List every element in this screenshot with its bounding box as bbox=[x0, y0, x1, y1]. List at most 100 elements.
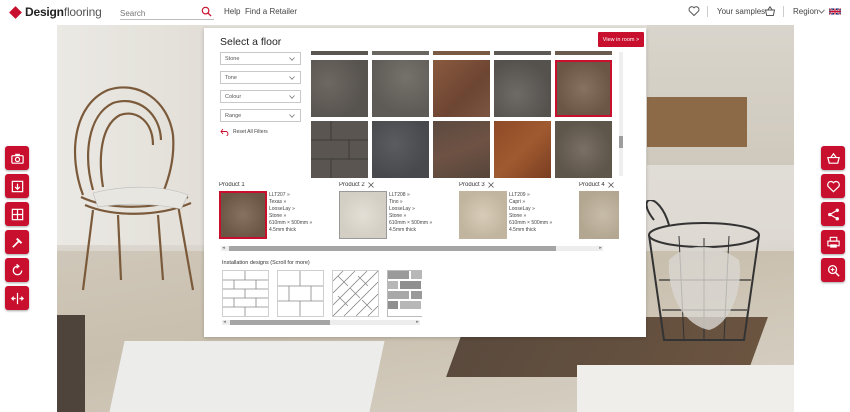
help-link[interactable]: Help bbox=[224, 7, 240, 16]
filter-stone-select[interactable]: Stone bbox=[220, 52, 301, 65]
wire-basket-image bbox=[645, 200, 760, 341]
header-separator bbox=[707, 6, 708, 17]
floor-tile[interactable] bbox=[433, 60, 490, 117]
choose-room-button[interactable] bbox=[5, 202, 29, 226]
heart-icon bbox=[826, 180, 840, 193]
product-slot-1: Product 1 LLT207 » Texas » LooseLay » St… bbox=[219, 182, 334, 242]
chevron-down-icon bbox=[289, 76, 295, 80]
chevron-down-icon[interactable] bbox=[818, 9, 825, 14]
scroll-left-icon[interactable]: ◂ bbox=[221, 246, 226, 251]
product-label: Product 1 bbox=[219, 182, 245, 188]
product-code-link[interactable]: LLT208 » bbox=[389, 192, 454, 199]
filter-colour-select[interactable]: Colour bbox=[220, 90, 301, 103]
product-slot-3: Product 3 LLT209 » Capri » LooseLay » St… bbox=[459, 182, 574, 242]
floor-tile[interactable] bbox=[311, 51, 368, 55]
floor-tile-selected[interactable] bbox=[555, 60, 612, 117]
filter-tone-select[interactable]: Tone bbox=[220, 71, 301, 84]
floor-tile[interactable] bbox=[494, 121, 551, 178]
install-design-brick[interactable] bbox=[222, 270, 269, 317]
floor-tile[interactable] bbox=[372, 51, 429, 55]
uk-flag-icon[interactable] bbox=[829, 7, 841, 16]
products-scrollbar[interactable]: ◂ ▸ bbox=[221, 246, 603, 251]
product-range-link[interactable]: LooseLay » bbox=[389, 206, 454, 213]
installation-designs-row bbox=[222, 270, 422, 318]
floor-tile[interactable] bbox=[433, 121, 490, 178]
samples-basket-icon[interactable] bbox=[764, 5, 776, 17]
scrollbar-thumb[interactable] bbox=[619, 136, 623, 148]
product-label: Product 4 bbox=[579, 182, 605, 188]
rotate-icon bbox=[12, 263, 22, 275]
product-name-link[interactable]: Texas » bbox=[269, 199, 334, 206]
region-selector[interactable]: Region bbox=[793, 7, 818, 16]
download-button[interactable] bbox=[5, 174, 29, 198]
floor-tile[interactable] bbox=[555, 51, 612, 55]
close-icon[interactable] bbox=[607, 182, 614, 188]
product-name-link[interactable]: Capri » bbox=[509, 199, 574, 206]
add-to-basket-button[interactable] bbox=[821, 146, 845, 170]
floor-tile[interactable] bbox=[433, 51, 490, 55]
product-swatch[interactable] bbox=[459, 191, 507, 239]
product-range-link[interactable]: LooseLay » bbox=[269, 206, 334, 213]
product-swatch[interactable] bbox=[579, 191, 619, 239]
scrollbar-thumb[interactable] bbox=[229, 246, 556, 251]
product-swatch[interactable] bbox=[219, 191, 267, 239]
installation-scrollbar[interactable]: ◂ ▸ bbox=[222, 320, 420, 325]
find-retailer-link[interactable]: Find a Retailer bbox=[245, 7, 297, 16]
floor-tile[interactable] bbox=[311, 121, 368, 178]
designflooring-logo[interactable]: Designflooring bbox=[9, 5, 102, 19]
chevron-down-icon bbox=[289, 95, 295, 99]
product-size-link[interactable]: 610mm × 500mm » bbox=[269, 220, 334, 227]
product-code-link[interactable]: LLT209 » bbox=[509, 192, 574, 199]
share-button[interactable] bbox=[821, 202, 845, 226]
select-floor-panel: Select a floor View in room > Stone Tone… bbox=[204, 28, 646, 337]
tile-grid-scrollbar[interactable] bbox=[619, 52, 623, 176]
search-icon[interactable] bbox=[201, 6, 212, 17]
close-icon[interactable] bbox=[487, 182, 494, 188]
upload-room-button[interactable] bbox=[5, 146, 29, 170]
floor-tile[interactable] bbox=[372, 121, 429, 178]
rattan-chair-image bbox=[73, 86, 195, 291]
offset-pattern-icon bbox=[278, 271, 323, 316]
tools-button[interactable] bbox=[5, 230, 29, 254]
floor-tile[interactable] bbox=[372, 60, 429, 117]
favourites-heart-icon[interactable] bbox=[688, 5, 700, 17]
view-in-room-button[interactable]: View in room > bbox=[598, 32, 644, 47]
product-type-link[interactable]: Stone » bbox=[509, 213, 574, 220]
product-swatch[interactable] bbox=[339, 191, 387, 239]
herringbone-pattern-icon bbox=[332, 270, 379, 317]
filter-range-select[interactable]: Range bbox=[220, 109, 301, 122]
your-samples-link[interactable]: Your samples bbox=[717, 7, 765, 16]
scrollbar-thumb[interactable] bbox=[230, 320, 330, 325]
install-design-herringbone[interactable] bbox=[332, 270, 379, 317]
floor-tile[interactable] bbox=[494, 60, 551, 117]
reset-filters-link[interactable]: Reset All Filters bbox=[220, 128, 301, 136]
product-info: LLT208 » Tino » LooseLay » Stone » 610mm… bbox=[389, 192, 454, 234]
floor-tile[interactable] bbox=[555, 121, 612, 178]
product-size-link[interactable]: 610mm × 500mm » bbox=[389, 220, 454, 227]
install-design-grey-brick[interactable] bbox=[387, 270, 422, 317]
close-icon[interactable] bbox=[367, 182, 374, 188]
floor-tile[interactable] bbox=[494, 51, 551, 55]
zoom-button[interactable] bbox=[821, 258, 845, 282]
product-type-link[interactable]: Stone » bbox=[269, 213, 334, 220]
compare-button[interactable] bbox=[5, 286, 29, 310]
print-button[interactable] bbox=[821, 230, 845, 254]
share-icon bbox=[827, 208, 839, 220]
favourite-button[interactable] bbox=[821, 174, 845, 198]
scroll-right-icon[interactable]: ▸ bbox=[598, 246, 603, 251]
search-input[interactable] bbox=[120, 5, 196, 22]
floor-patch bbox=[577, 365, 794, 412]
product-type-link[interactable]: Stone » bbox=[389, 213, 454, 220]
product-name-link[interactable]: Tino » bbox=[389, 199, 454, 206]
site-header: Designflooring Help Find a Retailer Your… bbox=[0, 0, 850, 25]
basket-icon bbox=[826, 152, 840, 164]
product-size-link[interactable]: 610mm × 500mm » bbox=[509, 220, 574, 227]
rotate-button[interactable] bbox=[5, 258, 29, 282]
product-range-link[interactable]: LooseLay » bbox=[509, 206, 574, 213]
product-code-link[interactable]: LLT207 » bbox=[269, 192, 334, 199]
installation-designs-label: Installation designs (Scroll for more) bbox=[222, 260, 310, 266]
floor-tile[interactable] bbox=[311, 60, 368, 117]
scroll-left-icon[interactable]: ◂ bbox=[222, 320, 227, 325]
install-design-offset[interactable] bbox=[277, 270, 324, 317]
scroll-right-icon[interactable]: ▸ bbox=[415, 320, 420, 325]
